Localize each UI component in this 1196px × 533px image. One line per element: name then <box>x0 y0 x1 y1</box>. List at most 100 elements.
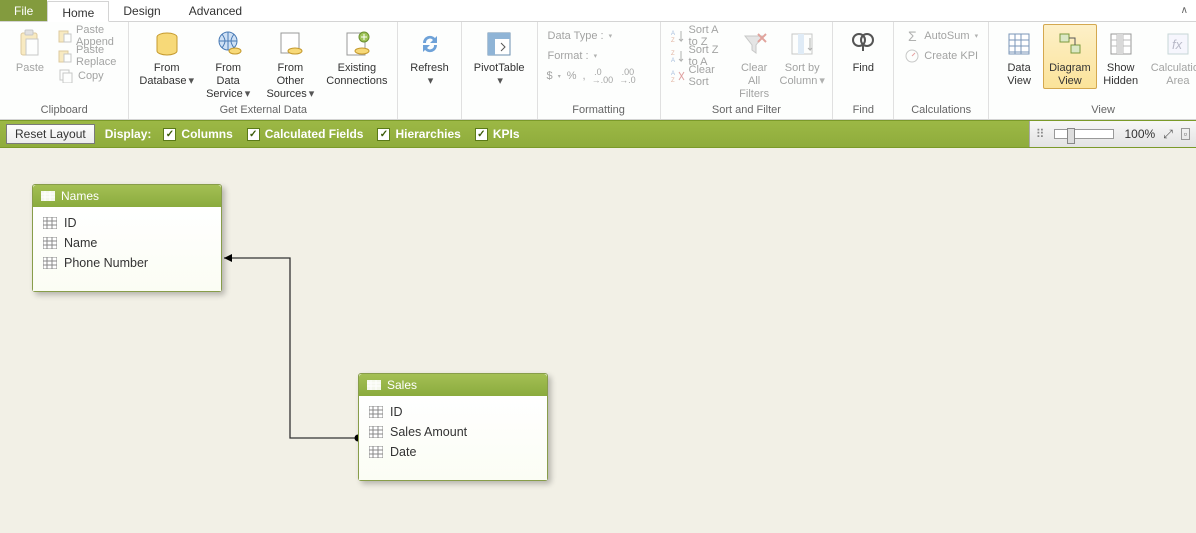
clear-all-filters-button[interactable]: Clear All Filters <box>730 24 778 101</box>
table-names[interactable]: Names ID Name Phone Number <box>32 184 222 292</box>
create-kpi-button[interactable]: Create KPI <box>900 46 982 66</box>
from-data-service-label: From Data Service▾ <box>204 62 252 101</box>
from-database-button[interactable]: From Database▾ <box>135 24 198 88</box>
clear-sort-button[interactable]: AZClear Sort <box>667 66 731 86</box>
show-hidden-button[interactable]: Show Hidden <box>1097 24 1145 88</box>
from-other-sources-label: From Other Sources▾ <box>264 62 316 101</box>
tab-file[interactable]: File <box>0 0 47 21</box>
tab-design[interactable]: Design <box>109 0 174 21</box>
column-icon <box>369 446 383 458</box>
find-button[interactable]: Find <box>839 24 887 75</box>
field-id[interactable]: ID <box>41 213 213 233</box>
table-names-header[interactable]: Names <box>33 185 221 207</box>
group-get-external-data: From Database▾ From Data Service▾ From O… <box>129 22 398 119</box>
paste-append-button[interactable]: Paste Append <box>54 26 122 46</box>
svg-text:A: A <box>671 58 675 63</box>
paste-button[interactable]: Paste <box>6 24 54 75</box>
find-icon <box>847 28 879 60</box>
group-pivot: PivotTable▾ <box>462 22 538 119</box>
data-view-button[interactable]: Data View <box>995 24 1043 88</box>
group-sort-filter: AZSort A to Z ZASort Z to A AZClear Sort… <box>661 22 834 119</box>
autosum-button[interactable]: ΣAutoSum ▾ <box>900 26 982 46</box>
field-label: Date <box>390 445 416 459</box>
from-other-sources-button[interactable]: From Other Sources▾ <box>258 24 322 101</box>
copy-icon <box>58 68 74 84</box>
field-id[interactable]: ID <box>367 402 539 422</box>
field-phone-number[interactable]: Phone Number <box>41 253 213 273</box>
field-sales-amount[interactable]: Sales Amount <box>367 422 539 442</box>
tab-home[interactable]: Home <box>47 1 109 22</box>
table-sales-title: Sales <box>387 378 417 392</box>
show-hidden-label: Show Hidden <box>1103 62 1138 88</box>
display-columns-checkbox[interactable]: ✓ Columns <box>163 127 232 141</box>
calculation-area-button[interactable]: fx Calculation Area <box>1145 24 1196 88</box>
column-icon <box>369 406 383 418</box>
refresh-icon <box>414 28 446 60</box>
group-formatting-label: Formatting <box>544 102 654 119</box>
diagram-view-button[interactable]: Diagram View <box>1043 24 1097 89</box>
column-icon <box>369 426 383 438</box>
check-icon: ✓ <box>163 128 176 141</box>
drag-handle-icon[interactable]: ⠿ <box>1036 127 1045 141</box>
group-find: Find Find <box>833 22 894 119</box>
kpi-icon <box>904 48 920 64</box>
existing-connections-button[interactable]: Existing Connections <box>322 24 391 88</box>
sort-az-button[interactable]: AZSort A to Z <box>667 26 731 46</box>
display-hierarchies-label: Hierarchies <box>395 127 460 141</box>
display-calculated-fields-label: Calculated Fields <box>265 127 364 141</box>
currency-button[interactable]: $ ▾ <box>544 66 564 86</box>
group-calculations: ΣAutoSum ▾ Create KPI Calculations <box>894 22 989 119</box>
tab-advanced[interactable]: Advanced <box>175 0 256 21</box>
collapse-ribbon-icon[interactable]: ∧ <box>1173 0 1196 21</box>
paste-replace-button[interactable]: Paste Replace <box>54 46 122 66</box>
increase-decimals-button[interactable]: .0 →.00 <box>589 66 617 86</box>
svg-text:Z: Z <box>671 51 675 57</box>
comma-button[interactable]: , <box>580 66 589 86</box>
display-kpis-checkbox[interactable]: ✓KPIs <box>475 127 520 141</box>
paste-label: Paste <box>16 62 44 75</box>
from-database-label: From Database▾ <box>139 62 194 88</box>
actual-size-icon[interactable]: ▫ <box>1181 128 1190 140</box>
group-pivot-label <box>468 102 531 119</box>
field-name[interactable]: Name <box>41 233 213 253</box>
find-label: Find <box>853 62 874 75</box>
group-find-label: Find <box>839 102 887 119</box>
diagram-canvas[interactable]: Names ID Name Phone Number Sales ID Sale… <box>0 148 1196 533</box>
reset-layout-button[interactable]: Reset Layout <box>6 124 95 144</box>
table-sales[interactable]: Sales ID Sales Amount Date <box>358 373 548 481</box>
percent-button[interactable]: % <box>564 66 580 86</box>
field-date[interactable]: Date <box>367 442 539 462</box>
format-button[interactable]: Format : ▾ <box>544 46 654 66</box>
format-label: Format : <box>548 50 589 62</box>
data-type-button[interactable]: Data Type : ▾ <box>544 26 654 46</box>
svg-text:Z: Z <box>671 78 675 83</box>
currency-label: $ <box>547 70 553 82</box>
table-sales-header[interactable]: Sales <box>359 374 547 396</box>
sort-za-icon: ZA <box>671 48 685 64</box>
display-hierarchies-checkbox[interactable]: ✓Hierarchies <box>377 127 460 141</box>
diagram-view-label: Diagram View <box>1049 62 1091 88</box>
refresh-label: Refresh▾ <box>410 62 449 88</box>
field-label: Sales Amount <box>390 425 467 439</box>
display-columns-label: Columns <box>181 127 232 141</box>
zoom-slider[interactable] <box>1054 129 1114 139</box>
clear-sort-label: Clear Sort <box>689 64 727 88</box>
fit-to-screen-icon[interactable]: ⤢ <box>1163 127 1173 142</box>
sort-za-button[interactable]: ZASort Z to A <box>667 46 731 66</box>
create-kpi-label: Create KPI <box>924 50 978 62</box>
from-data-service-button[interactable]: From Data Service▾ <box>198 24 258 101</box>
sort-by-column-label: Sort by Column▾ <box>780 62 825 88</box>
display-calculated-fields-checkbox[interactable]: ✓Calculated Fields <box>247 127 364 141</box>
pivottable-button[interactable]: PivotTable▾ <box>468 24 531 88</box>
ribbon-tabs: File Home Design Advanced ∧ <box>0 0 1196 22</box>
sort-by-column-button[interactable]: Sort by Column▾ <box>778 24 826 88</box>
copy-button[interactable]: Copy <box>54 66 122 86</box>
display-kpis-label: KPIs <box>493 127 520 141</box>
table-icon <box>367 380 381 390</box>
refresh-button[interactable]: Refresh▾ <box>404 24 455 88</box>
group-clipboard-label: Clipboard <box>6 102 122 119</box>
data-view-icon <box>1003 28 1035 60</box>
decrease-decimals-button[interactable]: .00 →.0 <box>616 66 639 86</box>
group-refresh: Refresh▾ <box>398 22 462 119</box>
data-type-label: Data Type : <box>548 30 604 42</box>
